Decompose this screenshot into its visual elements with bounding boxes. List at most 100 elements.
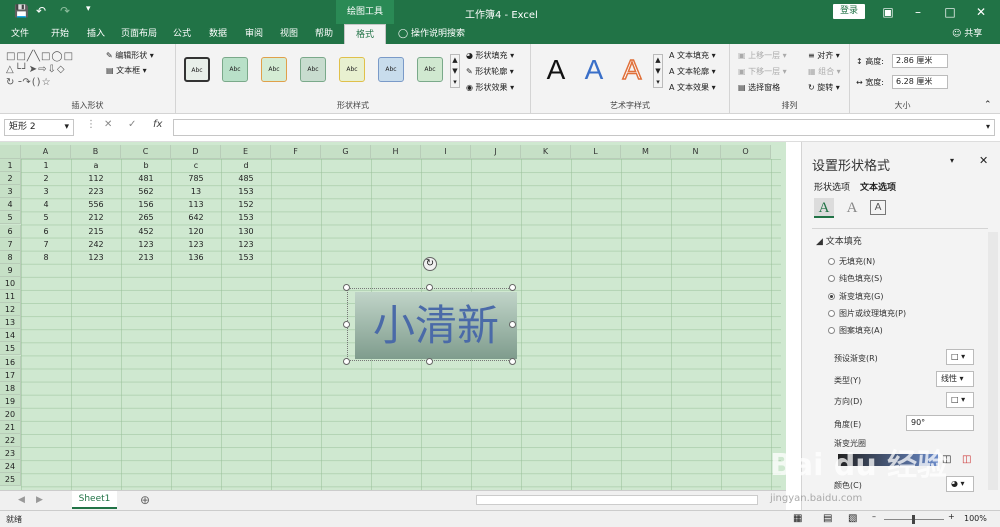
- row-header[interactable]: 7: [0, 237, 21, 251]
- text-effects-icon[interactable]: A: [842, 198, 862, 218]
- prev-sheet-icon[interactable]: ◀: [18, 495, 25, 505]
- picture-fill-radio[interactable]: 图片或纹理填充(P): [828, 308, 906, 319]
- minimize-icon[interactable]: –: [903, 2, 933, 22]
- tab-review[interactable]: 审阅: [238, 24, 270, 44]
- undo-icon[interactable]: ↶: [36, 4, 46, 18]
- row-header[interactable]: 14: [0, 329, 21, 343]
- table-cell[interactable]: 112: [71, 172, 121, 185]
- table-cell[interactable]: 123: [121, 238, 171, 251]
- table-cell[interactable]: 13: [171, 185, 221, 198]
- tab-format[interactable]: 格式: [344, 24, 386, 44]
- page-break-view-icon[interactable]: ▧: [848, 513, 857, 524]
- table-cell[interactable]: 153: [221, 211, 271, 224]
- column-header[interactable]: J: [471, 145, 521, 159]
- table-cell[interactable]: a: [71, 159, 121, 172]
- table-cell[interactable]: 7: [21, 238, 71, 251]
- resize-handle-bl[interactable]: [343, 358, 350, 365]
- add-sheet-icon[interactable]: ⊕: [140, 493, 150, 507]
- zoom-in-icon[interactable]: +: [948, 512, 955, 521]
- column-header[interactable]: M: [621, 145, 671, 159]
- type-dropdown[interactable]: 线性 ▾: [936, 371, 974, 387]
- bring-forward-button[interactable]: ▣ 上移一层 ▾: [738, 50, 787, 61]
- zoom-slider-thumb[interactable]: [912, 515, 915, 524]
- row-header[interactable]: 3: [0, 185, 21, 199]
- text-fill-button[interactable]: A 文本填充 ▾: [669, 50, 716, 61]
- tab-insert[interactable]: 插入: [80, 24, 112, 44]
- row-header[interactable]: 19: [0, 394, 21, 408]
- column-header[interactable]: I: [421, 145, 471, 159]
- table-cell[interactable]: 1: [21, 159, 71, 172]
- column-header[interactable]: C: [121, 145, 171, 159]
- table-cell[interactable]: 120: [171, 225, 221, 238]
- page-layout-view-icon[interactable]: ▤: [823, 513, 832, 524]
- column-header[interactable]: K: [521, 145, 571, 159]
- pane-options-icon[interactable]: ▾: [950, 156, 954, 165]
- shape-gallery[interactable]: □□╱╲□◯□ △└┘➤⇨⇩◇ ↻╶↷()☆: [6, 50, 98, 92]
- row-header[interactable]: 22: [0, 434, 21, 448]
- direction-dropdown[interactable]: □ ▾: [946, 392, 974, 408]
- tab-view[interactable]: 视图: [273, 24, 305, 44]
- shape-style-5[interactable]: Abc: [339, 57, 365, 82]
- tab-shape-options[interactable]: 形状选项: [814, 180, 850, 193]
- table-cell[interactable]: 152: [221, 198, 271, 211]
- resize-handle-tl[interactable]: [343, 284, 350, 291]
- formula-input[interactable]: [173, 119, 995, 136]
- remove-stop-icon[interactable]: ◫: [962, 454, 971, 465]
- row-header[interactable]: 25: [0, 473, 21, 487]
- shape-style-2[interactable]: Abc: [222, 57, 248, 82]
- shape-style-3[interactable]: Abc: [261, 57, 287, 82]
- row-header[interactable]: 1: [0, 159, 21, 172]
- row-header[interactable]: 23: [0, 447, 21, 461]
- row-header[interactable]: 4: [0, 198, 21, 212]
- enter-icon[interactable]: ✓: [128, 119, 136, 130]
- column-header[interactable]: F: [271, 145, 321, 159]
- column-header[interactable]: O: [721, 145, 771, 159]
- customize-qat-icon[interactable]: ▾: [86, 4, 91, 14]
- maximize-icon[interactable]: □: [935, 2, 965, 22]
- pane-scrollbar[interactable]: [988, 232, 998, 490]
- share-button[interactable]: ☺ 共享: [952, 24, 982, 44]
- row-header[interactable]: 9: [0, 263, 21, 277]
- rotate-button[interactable]: ↻ 旋转 ▾: [808, 82, 840, 93]
- table-cell[interactable]: 562: [121, 185, 171, 198]
- shape-effects-button[interactable]: ◉ 形状效果 ▾: [466, 82, 514, 93]
- insert-function-button[interactable]: fx: [153, 119, 162, 130]
- tab-page-layout[interactable]: 页面布局: [118, 24, 160, 44]
- wordart-gallery-more-icon[interactable]: ▲ ▼ ▾: [653, 54, 663, 88]
- shape-style-7[interactable]: Abc: [417, 57, 443, 82]
- normal-view-icon[interactable]: ▦: [793, 513, 802, 524]
- row-header[interactable]: 6: [0, 224, 21, 238]
- table-cell[interactable]: 4: [21, 198, 71, 211]
- save-icon[interactable]: 💾: [14, 4, 29, 18]
- row-header[interactable]: 21: [0, 421, 21, 434]
- table-cell[interactable]: 215: [71, 225, 121, 238]
- table-cell[interactable]: 556: [71, 198, 121, 211]
- table-cell[interactable]: 223: [71, 185, 121, 198]
- login-button[interactable]: 登录: [833, 4, 865, 19]
- table-cell[interactable]: 153: [221, 185, 271, 198]
- next-sheet-icon[interactable]: ▶: [36, 495, 43, 505]
- table-cell[interactable]: 113: [171, 198, 221, 211]
- table-cell[interactable]: 153: [221, 251, 271, 264]
- resize-handle-tr[interactable]: [509, 284, 516, 291]
- row-header[interactable]: 17: [0, 368, 21, 382]
- row-header[interactable]: 2: [0, 172, 21, 186]
- expand-formula-icon[interactable]: ▾: [986, 122, 990, 131]
- sheet-tab-sheet1[interactable]: Sheet1: [72, 491, 117, 509]
- column-header[interactable]: A: [21, 145, 71, 159]
- tab-data[interactable]: 数据: [202, 24, 234, 44]
- table-cell[interactable]: 2: [21, 172, 71, 185]
- resize-handle-t[interactable]: [426, 284, 433, 291]
- edit-shape-button[interactable]: ✎ 编辑形状 ▾: [106, 50, 154, 61]
- color-dropdown[interactable]: ◕ ▾: [946, 476, 974, 492]
- rotate-handle[interactable]: ↻: [423, 257, 437, 271]
- name-box[interactable]: 矩形 2 ▾: [4, 119, 74, 136]
- width-input[interactable]: 6.28 厘米: [892, 75, 948, 89]
- name-box-dropdown-icon[interactable]: ▾: [64, 120, 69, 135]
- tell-me-search[interactable]: ◯ 操作说明搜索: [398, 24, 465, 44]
- tab-home[interactable]: 开始: [44, 24, 76, 44]
- table-cell[interactable]: 156: [121, 198, 171, 211]
- table-cell[interactable]: 8: [21, 251, 71, 264]
- table-cell[interactable]: 123: [221, 238, 271, 251]
- resize-handle-r[interactable]: [509, 321, 516, 328]
